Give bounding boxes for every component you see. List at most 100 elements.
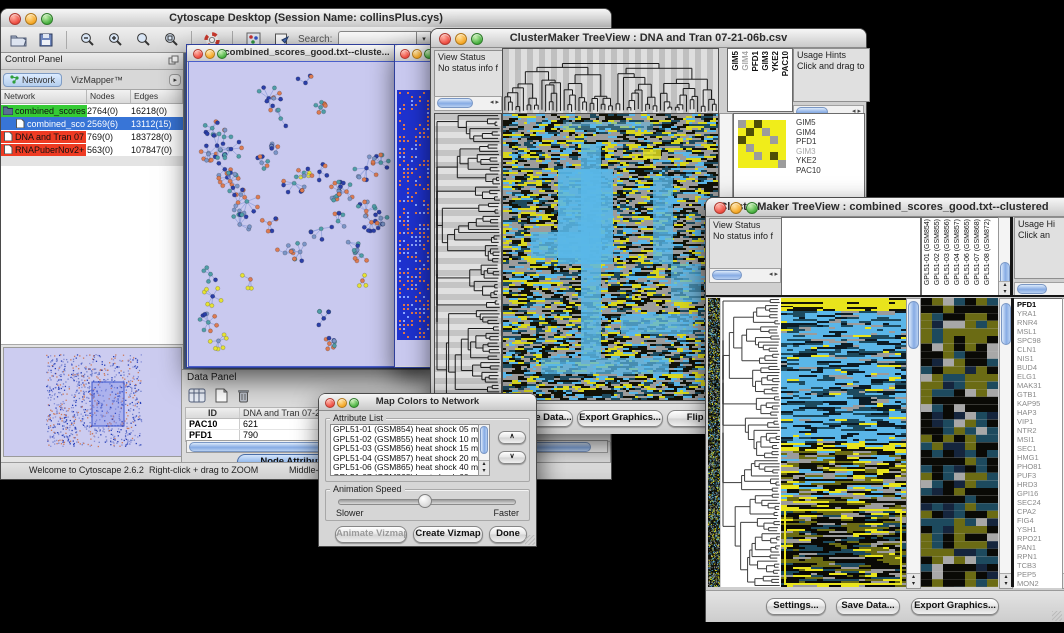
zoom-heatmap-canvas[interactable] bbox=[921, 298, 998, 587]
minimize-icon[interactable] bbox=[205, 49, 215, 59]
network-table-row[interactable]: combined_sco 2569(6) 13112(15) bbox=[1, 117, 183, 130]
gene-item[interactable]: GIM5 bbox=[796, 118, 821, 128]
hscroll-arrows-icon[interactable]: ◂ ▸ bbox=[769, 271, 778, 279]
close-icon[interactable] bbox=[193, 49, 203, 59]
gene-item[interactable]: YKE2 bbox=[796, 156, 821, 166]
column-label[interactable]: YKE2 bbox=[771, 51, 780, 72]
gene-item[interactable]: YSH1 bbox=[1017, 525, 1042, 534]
gene-item[interactable]: PFD1 bbox=[796, 137, 821, 147]
hscroll-thumb[interactable] bbox=[712, 270, 742, 280]
close-icon[interactable] bbox=[714, 202, 726, 214]
minimize-icon[interactable] bbox=[25, 13, 37, 25]
gene-item[interactable]: MON2 bbox=[1017, 579, 1042, 588]
gene-item[interactable]: KAP95 bbox=[1017, 399, 1042, 408]
column-dendrogram-canvas[interactable] bbox=[502, 48, 719, 114]
zoom-selected-icon[interactable] bbox=[160, 30, 182, 50]
gene-item[interactable]: NIS1 bbox=[1017, 354, 1042, 363]
maximize-icon[interactable] bbox=[746, 202, 758, 214]
gene-item[interactable]: SEC24 bbox=[1017, 498, 1042, 507]
attribute-item[interactable]: GPL51-07 (GSM868) heat shock 60 min bbox=[331, 473, 489, 477]
done-button[interactable]: Done bbox=[489, 526, 527, 543]
column-label[interactable]: GIM3 bbox=[761, 51, 770, 71]
dialog-titlebar[interactable]: Map Colors to Network bbox=[319, 394, 536, 411]
save-data-button[interactable]: Save Data... bbox=[836, 598, 900, 615]
export-graphics-button[interactable]: Export Graphics... bbox=[911, 598, 999, 615]
attribute-list-scrollbar[interactable]: ▴▾ bbox=[478, 424, 490, 476]
zoom-out-icon[interactable] bbox=[76, 30, 98, 50]
gene-item[interactable]: PEP5 bbox=[1017, 570, 1042, 579]
trash-icon[interactable] bbox=[232, 385, 254, 405]
animate-vizmap-button[interactable]: Animate Vizmap bbox=[335, 526, 407, 543]
heatmap-vscrollbar[interactable]: ▴▾ bbox=[906, 298, 921, 589]
gene-item[interactable]: VIP1 bbox=[1017, 417, 1042, 426]
close-icon[interactable] bbox=[325, 398, 335, 408]
column-label[interactable]: GPL51-07 (GSM868) bbox=[974, 219, 983, 285]
column-label[interactable]: PFD1 bbox=[751, 51, 760, 71]
column-header-id[interactable]: ID bbox=[186, 408, 240, 418]
main-window-titlebar[interactable]: Cytoscape Desktop (Session Name: collins… bbox=[1, 9, 611, 28]
export-graphics-button[interactable]: Export Graphics... bbox=[577, 410, 663, 427]
column-label[interactable]: GIM5 bbox=[731, 51, 740, 71]
gene-item[interactable]: HRD3 bbox=[1017, 480, 1042, 489]
gene-item[interactable]: PAC10 bbox=[796, 166, 821, 176]
maximize-icon[interactable] bbox=[349, 398, 359, 408]
minimize-icon[interactable] bbox=[412, 49, 422, 59]
tab-scroll-right-icon[interactable]: ▸ bbox=[169, 74, 181, 86]
column-label[interactable]: PAC10 bbox=[781, 51, 790, 76]
move-down-button[interactable]: ∨ bbox=[498, 451, 526, 464]
hscroll-arrows-icon[interactable]: ◂ ▸ bbox=[490, 99, 499, 107]
resize-grip[interactable] bbox=[1052, 611, 1062, 621]
gene-item[interactable]: RPO21 bbox=[1017, 534, 1042, 543]
gene-item[interactable]: SPC98 bbox=[1017, 336, 1042, 345]
gene-item[interactable]: CPA2 bbox=[1017, 507, 1042, 516]
column-header-network[interactable]: Network bbox=[1, 90, 87, 103]
treeview1-titlebar[interactable]: ClusterMaker TreeView : DNA and Tran 07-… bbox=[431, 29, 866, 48]
network-table-row[interactable]: RNAPuberNov2+ 563(0) 107847(0) bbox=[1, 143, 183, 156]
gene-item[interactable]: HMG1 bbox=[1017, 453, 1042, 462]
maximize-icon[interactable] bbox=[41, 13, 53, 25]
gene-item[interactable]: TCB3 bbox=[1017, 561, 1042, 570]
gene-item[interactable]: GIM4 bbox=[796, 128, 821, 138]
column-label[interactable]: GPL51-03 (GSM856) bbox=[944, 219, 953, 285]
vscroll-thumb[interactable] bbox=[480, 426, 488, 454]
vscroll-arrows-icon[interactable]: ▴▾ bbox=[479, 460, 489, 475]
network-table-row[interactable]: combined_scores 2764(0) 16218(0) bbox=[1, 104, 183, 117]
new-document-icon[interactable] bbox=[210, 385, 232, 405]
column-label[interactable]: GPL51-01 (GSM854) bbox=[924, 219, 933, 285]
gene-item[interactable]: PAN1 bbox=[1017, 543, 1042, 552]
gene-item[interactable]: GPI16 bbox=[1017, 489, 1042, 498]
close-icon[interactable] bbox=[400, 49, 410, 59]
row-dendrogram-canvas[interactable] bbox=[721, 298, 781, 587]
status-hscrollbar[interactable]: ◂ ▸ bbox=[434, 96, 502, 111]
treeview2-titlebar[interactable]: ClusterMaker TreeView : combined_scores_… bbox=[706, 198, 1064, 217]
settings-button[interactable]: Settings... bbox=[766, 598, 826, 615]
gene-item[interactable]: RPN1 bbox=[1017, 552, 1042, 561]
zoom-fit-icon[interactable] bbox=[132, 30, 154, 50]
maximize-icon[interactable] bbox=[217, 49, 227, 59]
gene-item[interactable]: BUD4 bbox=[1017, 363, 1042, 372]
vscroll-arrows-icon[interactable]: ▴▾ bbox=[907, 573, 920, 588]
maximize-icon[interactable] bbox=[471, 33, 483, 45]
close-icon[interactable] bbox=[439, 33, 451, 45]
gene-item[interactable]: PHO81 bbox=[1017, 462, 1042, 471]
column-label[interactable]: GPL51-06 (GSM865) bbox=[964, 219, 973, 285]
create-vizmap-button[interactable]: Create Vizmap bbox=[413, 526, 483, 543]
gene-item[interactable]: MSL1 bbox=[1017, 327, 1042, 336]
column-label[interactable]: GIM4 bbox=[741, 51, 750, 71]
column-label[interactable]: GPL51-02 (GSM855) bbox=[934, 219, 943, 285]
network-view-canvas[interactable] bbox=[188, 61, 426, 367]
gene-item[interactable]: GTB1 bbox=[1017, 390, 1042, 399]
move-up-button[interactable]: ∧ bbox=[498, 431, 526, 444]
hscroll-thumb[interactable] bbox=[437, 98, 473, 108]
minimize-icon[interactable] bbox=[455, 33, 467, 45]
hscroll-thumb[interactable] bbox=[1017, 284, 1047, 294]
column-label[interactable]: GPL51-08 (GSM872) bbox=[984, 219, 993, 285]
global-overview-canvas[interactable] bbox=[708, 298, 720, 587]
heatmap-canvas[interactable] bbox=[781, 298, 906, 587]
network-table-row[interactable]: DNA and Tran 07 769(0) 183728(0) bbox=[1, 130, 183, 143]
save-icon[interactable] bbox=[35, 30, 57, 50]
float-panel-icon[interactable] bbox=[168, 55, 179, 65]
birdseye-canvas[interactable] bbox=[4, 348, 179, 454]
gene-item[interactable]: FIG4 bbox=[1017, 516, 1042, 525]
gene-item[interactable]: ELG1 bbox=[1017, 372, 1042, 381]
